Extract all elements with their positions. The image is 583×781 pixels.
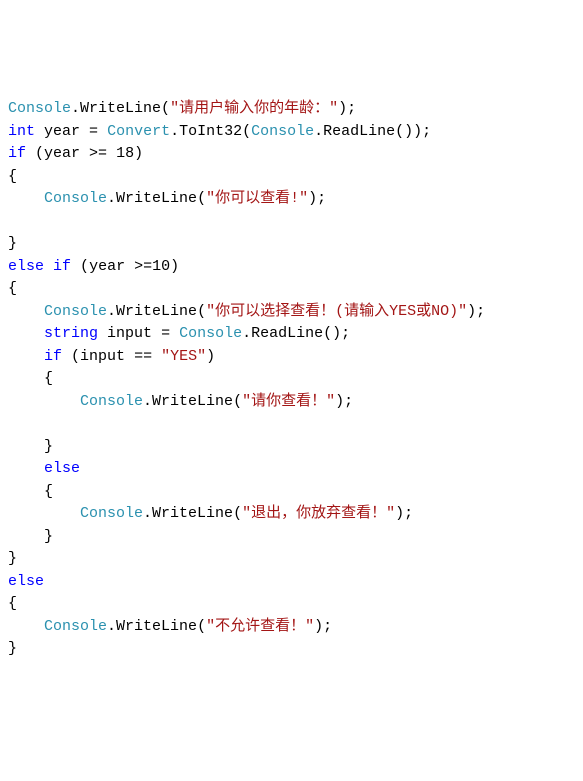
readline-method: ReadLine xyxy=(251,325,323,342)
console-class: Console xyxy=(80,505,143,522)
number-18: 18 xyxy=(116,145,134,162)
console-class: Console xyxy=(80,393,143,410)
string-literal-not-allowed: "不允许查看！" xyxy=(206,618,314,635)
input-variable: input xyxy=(80,348,125,365)
console-class: Console xyxy=(8,100,71,117)
year-variable: year xyxy=(44,123,80,140)
console-class: Console xyxy=(44,618,107,635)
console-class: Console xyxy=(44,190,107,207)
writeline-method: WriteLine xyxy=(152,393,233,410)
string-literal-can-view: "你可以查看!" xyxy=(206,190,308,207)
writeline-method: WriteLine xyxy=(80,100,161,117)
year-variable: year xyxy=(44,145,80,162)
string-keyword: string xyxy=(44,325,98,342)
convert-class: Convert xyxy=(107,123,170,140)
writeline-method: WriteLine xyxy=(116,190,197,207)
year-variable: year xyxy=(89,258,125,275)
string-literal-please-view: "请你查看！" xyxy=(242,393,335,410)
string-literal-exit-giveup: "退出，你放弃查看！" xyxy=(242,505,395,522)
else-keyword: else xyxy=(8,573,44,590)
input-variable: input xyxy=(107,325,152,342)
writeline-method: WriteLine xyxy=(116,303,197,320)
console-class: Console xyxy=(179,325,242,342)
else-keyword: else xyxy=(44,460,80,477)
writeline-method: WriteLine xyxy=(116,618,197,635)
console-class: Console xyxy=(251,123,314,140)
int-keyword: int xyxy=(8,123,35,140)
if-keyword: if xyxy=(53,258,71,275)
console-class: Console xyxy=(44,303,107,320)
code-block: Console.WriteLine("请用户输入你的年龄："); int yea… xyxy=(8,98,575,661)
string-literal-age-prompt: "请用户输入你的年龄：" xyxy=(170,100,338,117)
toint32-method: ToInt32 xyxy=(179,123,242,140)
readline-method: ReadLine xyxy=(323,123,395,140)
if-keyword: if xyxy=(8,145,26,162)
if-keyword: if xyxy=(44,348,62,365)
else-keyword: else xyxy=(8,258,44,275)
number-10: 10 xyxy=(152,258,170,275)
writeline-method: WriteLine xyxy=(152,505,233,522)
string-literal-choose-view: "你可以选择查看！(请输入YES或NO)" xyxy=(206,303,467,320)
string-literal-yes: "YES" xyxy=(161,348,206,365)
